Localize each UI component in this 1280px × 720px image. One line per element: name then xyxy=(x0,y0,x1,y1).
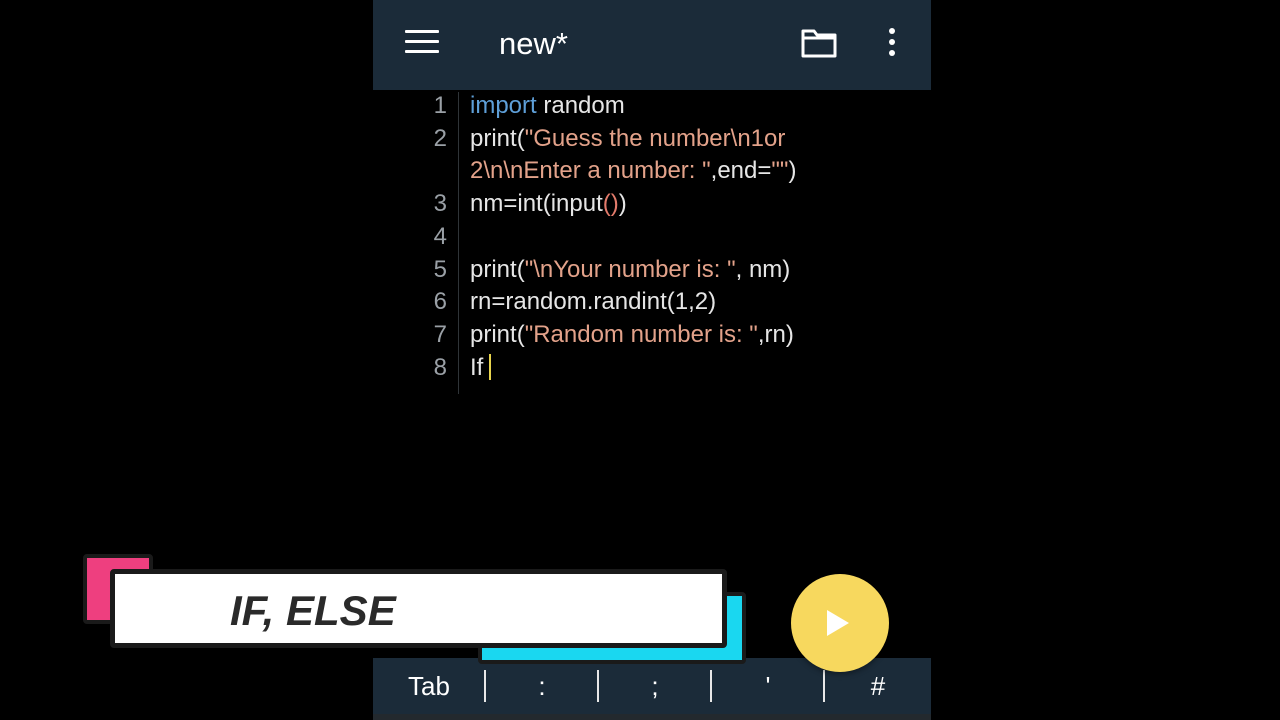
code-token: print( xyxy=(470,255,525,283)
caption-text: IF, ELSE xyxy=(230,587,396,634)
line-number: 5 xyxy=(433,255,447,283)
code-keyword: import xyxy=(470,92,537,119)
key-tab[interactable]: Tab xyxy=(373,658,485,714)
line-number: 1 xyxy=(433,92,447,119)
code-token: () xyxy=(602,190,619,218)
folder-icon[interactable] xyxy=(801,28,837,58)
line-number: 4 xyxy=(433,222,447,250)
code-token: If xyxy=(470,353,484,381)
code-line[interactable]: 2\n\nEnter a number: ",end="") xyxy=(470,157,796,185)
code-token: random xyxy=(536,92,625,119)
code-token: print( xyxy=(470,320,525,348)
gutter-divider xyxy=(458,92,459,394)
line-number: 6 xyxy=(433,288,447,316)
line-number: 2 xyxy=(433,124,447,152)
app-bar: new* xyxy=(373,0,931,90)
code-token: rn=random.randint(1,2) xyxy=(470,288,717,316)
code-token: ,rn) xyxy=(757,320,794,348)
menu-icon[interactable] xyxy=(405,30,439,54)
bottom-strip xyxy=(373,714,931,720)
file-title: new* xyxy=(499,26,568,61)
text-cursor xyxy=(489,353,492,380)
line-number: 8 xyxy=(433,353,447,381)
code-line[interactable]: nm=int(input()) xyxy=(470,190,627,218)
code-token: ) xyxy=(618,190,627,218)
code-token: print( xyxy=(470,124,525,152)
code-token: ) xyxy=(788,157,797,185)
key-quote[interactable]: ' xyxy=(712,658,824,714)
code-token: , nm) xyxy=(735,255,791,283)
code-string: 2\n\nEnter a number: " xyxy=(470,157,711,185)
more-vert-icon[interactable] xyxy=(887,28,897,58)
line-number: 3 xyxy=(433,190,447,218)
caption-box: IF, ELSE xyxy=(110,569,727,648)
code-line[interactable]: If xyxy=(470,353,492,382)
line-number: 7 xyxy=(433,320,447,348)
code-line[interactable]: print("Random number is: ",rn) xyxy=(470,321,794,349)
key-colon[interactable]: : xyxy=(486,658,598,714)
code-line[interactable]: rn=random.randint(1,2) xyxy=(470,288,716,316)
play-icon xyxy=(827,610,849,636)
code-token: ,end= xyxy=(710,157,772,185)
code-line[interactable]: print("\nYour number is: ", nm) xyxy=(470,256,790,284)
code-token: nm=int(input xyxy=(470,190,603,218)
code-string: "Random number is: " xyxy=(524,320,758,348)
code-string: "\nYour number is: " xyxy=(524,255,736,283)
run-button[interactable] xyxy=(791,574,889,672)
key-semicolon[interactable]: ; xyxy=(599,658,711,714)
code-string: "" xyxy=(771,157,789,185)
code-line[interactable]: import random xyxy=(470,92,625,120)
code-line[interactable]: print("Guess the number\n1or xyxy=(470,125,785,153)
code-string: "Guess the number\n1or xyxy=(524,124,786,152)
